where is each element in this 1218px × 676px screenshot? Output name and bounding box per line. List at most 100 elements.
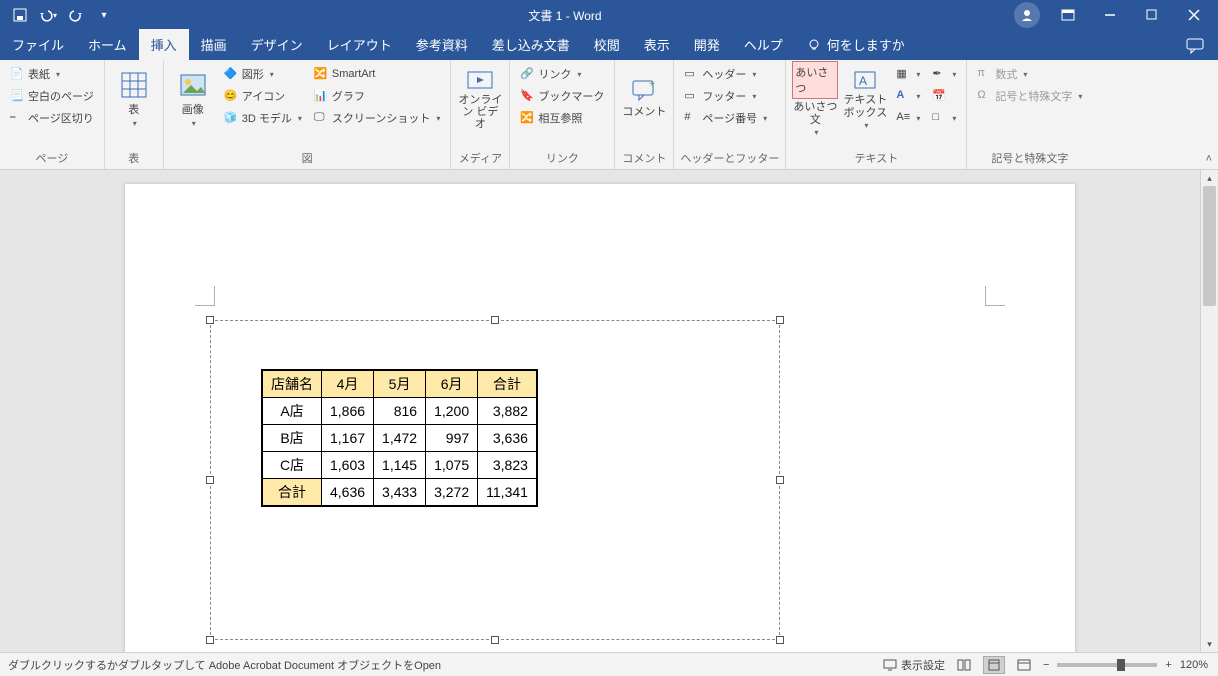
scroll-down-button[interactable]: ▾ — [1201, 636, 1218, 652]
page[interactable]: 店舗名 4月 5月 6月 合計 A店 1,866 816 1,200 3,882 — [125, 184, 1075, 652]
tab-insert[interactable]: 挿入 — [139, 29, 189, 60]
tab-file[interactable]: ファイル — [0, 29, 76, 60]
group-symbols: π数式 Ω記号と特殊文字 記号と特殊文字 — [967, 60, 1092, 169]
zoom-level[interactable]: 120% — [1180, 659, 1208, 671]
chart-button[interactable]: 📊グラフ — [310, 86, 444, 106]
page-break-button[interactable]: ⎯ページ区切り — [6, 108, 98, 128]
symbol-button[interactable]: Ω記号と特殊文字 — [973, 86, 1086, 106]
tab-review[interactable]: 校閲 — [582, 29, 632, 60]
zoom-slider[interactable] — [1057, 663, 1157, 667]
document-scroll[interactable]: 店舗名 4月 5月 6月 合計 A店 1,866 816 1,200 3,882 — [0, 170, 1200, 652]
datetime-button[interactable]: 📅 — [928, 86, 960, 106]
scroll-up-button[interactable]: ▴ — [1201, 170, 1218, 186]
table-icon — [120, 71, 148, 99]
table-header: 6月 — [426, 370, 478, 398]
wordart-button[interactable]: A — [892, 86, 924, 106]
smartart-icon: 🔀 — [314, 67, 328, 81]
crossref-button[interactable]: 🔀相互参照 — [516, 108, 608, 128]
user-account-button[interactable] — [1014, 2, 1040, 28]
display-settings-button[interactable]: 表示設定 — [883, 657, 945, 673]
tab-home[interactable]: ホーム — [76, 29, 139, 60]
icons-button[interactable]: 😊アイコン — [220, 86, 306, 106]
resize-handle[interactable] — [491, 636, 499, 644]
tab-draw[interactable]: 描画 — [189, 29, 239, 60]
textbox-button[interactable]: A テキスト ボックス — [842, 64, 888, 134]
shapes-icon: 🔷 — [224, 67, 238, 81]
quickparts-button[interactable]: ▦ — [892, 64, 924, 84]
tell-me-label: 何をしますか — [827, 35, 905, 54]
object-button[interactable]: □ — [928, 108, 960, 128]
minimize-button[interactable] — [1090, 1, 1130, 29]
qat-customize[interactable]: ▾ — [92, 3, 116, 27]
resize-handle[interactable] — [776, 636, 784, 644]
resize-handle[interactable] — [491, 316, 499, 324]
comment-button[interactable]: + コメント — [621, 64, 667, 134]
cell: 3,433 — [374, 479, 426, 507]
3d-models-button[interactable]: 🧊3D モデル — [220, 108, 306, 128]
print-layout-button[interactable] — [983, 656, 1005, 674]
blank-page-button[interactable]: 📃空白のページ — [6, 86, 98, 106]
read-mode-button[interactable] — [953, 656, 975, 674]
scroll-thumb[interactable] — [1203, 186, 1216, 306]
pagenum-icon: # — [684, 111, 698, 125]
zoom-out-button[interactable]: − — [1043, 659, 1049, 671]
tab-mailings[interactable]: 差し込み文書 — [480, 29, 582, 60]
resize-handle[interactable] — [776, 316, 784, 324]
online-video-button[interactable]: オンライン ビデオ — [457, 64, 503, 134]
ribbon-display-button[interactable] — [1048, 1, 1088, 29]
screenshot-button[interactable]: 🖵スクリーンショット — [310, 108, 444, 128]
signature-button[interactable]: ✒ — [928, 64, 960, 84]
margin-marker — [195, 286, 215, 306]
tab-developer[interactable]: 開発 — [682, 29, 732, 60]
window-controls — [1048, 1, 1218, 29]
shapes-button[interactable]: 🔷図形 — [220, 64, 306, 84]
header-button[interactable]: ▭ヘッダー — [680, 64, 771, 84]
footer-button[interactable]: ▭フッター — [680, 86, 771, 106]
pictures-button[interactable]: 画像 — [170, 64, 216, 134]
cover-page-button[interactable]: 📄表紙 — [6, 64, 98, 84]
tab-view[interactable]: 表示 — [632, 29, 682, 60]
equation-button[interactable]: π数式 — [973, 64, 1086, 84]
zoom-in-button[interactable]: + — [1165, 659, 1171, 671]
embedded-object[interactable]: 店舗名 4月 5月 6月 合計 A店 1,866 816 1,200 3,882 — [210, 320, 780, 640]
smartart-button[interactable]: 🔀SmartArt — [310, 64, 444, 84]
cell: 3,272 — [426, 479, 478, 507]
resize-handle[interactable] — [206, 476, 214, 484]
group-label: コメント — [621, 148, 667, 169]
zoom-slider-knob[interactable] — [1117, 659, 1125, 671]
tab-layout[interactable]: レイアウト — [315, 29, 404, 60]
close-button[interactable] — [1174, 1, 1214, 29]
maximize-button[interactable] — [1132, 1, 1172, 29]
group-label: テキスト — [792, 148, 960, 169]
page-number-button[interactable]: #ページ番号 — [680, 108, 771, 128]
icons-icon: 😊 — [224, 89, 238, 103]
bookmark-icon: 🔖 — [520, 89, 534, 103]
link-button[interactable]: 🔗リンク — [516, 64, 608, 84]
table-button[interactable]: 表 — [111, 64, 157, 134]
crossref-icon: 🔀 — [520, 111, 534, 125]
comments-pane-button[interactable] — [1172, 32, 1218, 60]
collapse-ribbon-button[interactable]: ˄ — [1206, 153, 1212, 165]
vertical-scrollbar[interactable]: ▴ ▾ — [1200, 170, 1218, 652]
web-layout-button[interactable] — [1013, 656, 1035, 674]
bookmark-button[interactable]: 🔖ブックマーク — [516, 86, 608, 106]
greeting-button[interactable]: あいさつ あいさつ 文 — [792, 64, 838, 134]
scroll-track[interactable] — [1201, 186, 1218, 636]
undo-button[interactable]: ▾ — [36, 3, 60, 27]
group-table: 表 表 — [105, 60, 164, 169]
symbol-icon: Ω — [977, 89, 991, 103]
redo-button[interactable] — [64, 3, 88, 27]
dropcap-button[interactable]: A≡ — [892, 108, 924, 128]
table-row: C店 1,603 1,145 1,075 3,823 — [262, 452, 537, 479]
resize-handle[interactable] — [776, 476, 784, 484]
save-button[interactable] — [8, 3, 32, 27]
resize-handle[interactable] — [206, 636, 214, 644]
tell-me-search[interactable]: 何をしますか — [795, 35, 917, 60]
group-media: オンライン ビデオ メディア — [451, 60, 510, 169]
tab-help[interactable]: ヘルプ — [732, 29, 795, 60]
tab-design[interactable]: デザイン — [239, 29, 315, 60]
resize-handle[interactable] — [206, 316, 214, 324]
group-label: ヘッダーとフッター — [680, 148, 779, 169]
cell: 1,603 — [322, 452, 374, 479]
tab-references[interactable]: 参考資料 — [404, 29, 480, 60]
